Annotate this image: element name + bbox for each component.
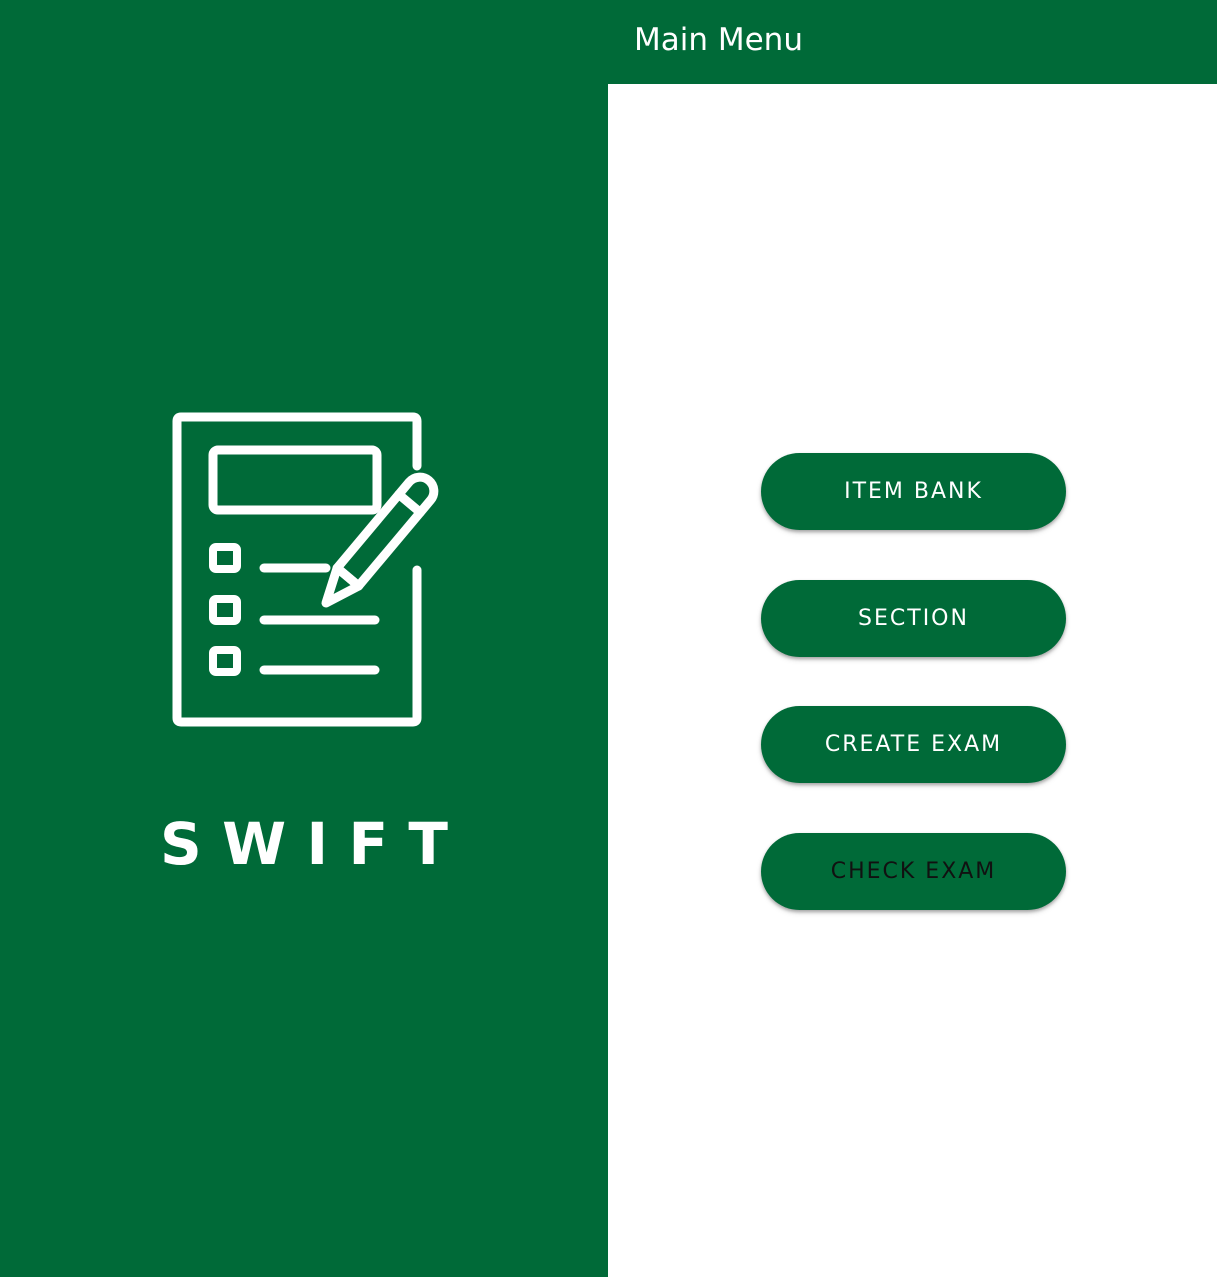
create-exam-button[interactable]: CREATE EXAM: [761, 706, 1066, 783]
main-menu: ITEM BANK SECTION CREATE EXAM CHECK EXAM: [761, 453, 1066, 959]
app-bar: Main Menu: [608, 0, 1217, 84]
page-title: Main Menu: [634, 22, 803, 58]
menu-button-label: CREATE EXAM: [824, 732, 1003, 757]
menu-button-label: ITEM BANK: [844, 479, 983, 504]
item-bank-button[interactable]: ITEM BANK: [761, 453, 1066, 530]
branding-panel: SWIFT: [0, 0, 608, 1277]
app-logo-wordmark: SWIFT: [160, 812, 448, 872]
menu-button-label: SECTION: [858, 605, 969, 631]
main-menu-screen: SWIFT Main Menu ITEM BANK SECTION CREATE E…: [0, 0, 1217, 1277]
menu-button-label: CHECK EXAM: [830, 858, 997, 884]
section-button[interactable]: SECTION: [761, 579, 1066, 657]
check-exam-button[interactable]: CHECK EXAM: [761, 832, 1066, 910]
app-logo-text: SWIFT: [160, 812, 448, 872]
exam-sheet-with-pencil-icon: [172, 412, 439, 727]
